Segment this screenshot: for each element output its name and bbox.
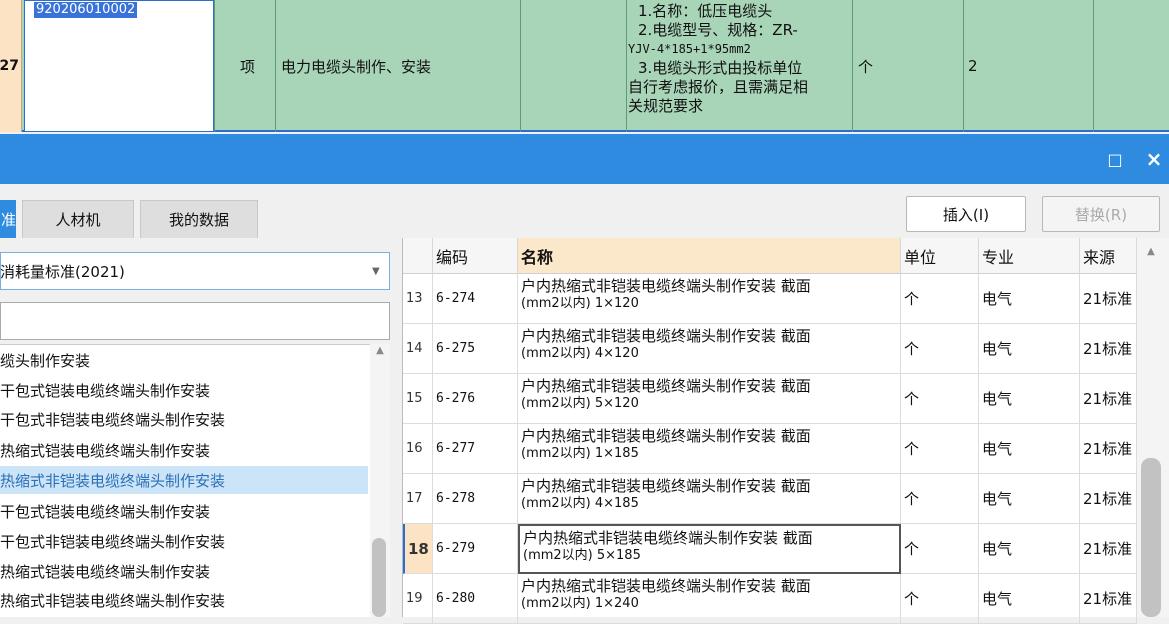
row-number[interactable]: 18 xyxy=(403,524,433,574)
tree-item[interactable]: 干包式铠装电缆终端头制作安装 xyxy=(0,497,368,525)
quantity-cell[interactable]: 2 xyxy=(968,0,978,132)
unit-cell[interactable]: 个 xyxy=(901,524,979,574)
name-line-1: 户内热缩式非铠装电缆终端头制作安装 截面 xyxy=(523,529,813,547)
code-cell[interactable]: 6-279 xyxy=(433,524,518,574)
row-number[interactable]: 15 xyxy=(403,374,433,424)
name-line-2: (mm2以内) 1×185 xyxy=(521,446,639,461)
specialty-cell[interactable]: 电气 xyxy=(979,524,1080,574)
name-line-2: (mm2以内) 5×120 xyxy=(521,396,639,411)
code-cell[interactable]: 6-277 xyxy=(433,424,518,474)
code-cell[interactable]: 6-278 xyxy=(433,474,518,524)
header-code[interactable]: 编码 xyxy=(433,238,518,274)
unit-cell[interactable]: 个 xyxy=(901,424,979,474)
name-line-2: (mm2以内) 4×185 xyxy=(521,496,639,511)
bill-row-27[interactable]: 27 920206010002 项 电力电缆头制作、安装 1.名称：低压电缆头 … xyxy=(0,0,1169,132)
tree-scroll-thumb[interactable] xyxy=(372,538,386,617)
code-cell[interactable]: 6-275 xyxy=(433,324,518,374)
grid-scroll-thumb[interactable] xyxy=(1141,458,1161,617)
tree-item[interactable]: 干包式铠装电缆终端头制作安装 xyxy=(0,376,368,404)
row-number[interactable]: 16 xyxy=(403,424,433,474)
maximize-icon[interactable]: □ xyxy=(1100,134,1130,184)
name-line-2: (mm2以内) 5×185 xyxy=(523,548,641,563)
search-input[interactable] xyxy=(0,302,390,340)
name-cell[interactable]: 户内热缩式非铠装电缆终端头制作安装 截面 (mm2以内) 5×120 xyxy=(518,374,901,424)
name-line-1: 户内热缩式非铠装电缆终端头制作安装 截面 xyxy=(521,277,811,295)
name-line-1: 户内热缩式非铠装电缆终端头制作安装 截面 xyxy=(521,327,811,345)
scroll-up-icon[interactable]: ▲ xyxy=(372,345,388,357)
name-cell[interactable]: 户内热缩式非铠装电缆终端头制作安装 截面 (mm2以内) 4×120 xyxy=(518,324,901,374)
unit-cell[interactable]: 个 xyxy=(901,274,979,324)
header-unit[interactable]: 单位 xyxy=(901,238,979,274)
row-number: 27 xyxy=(0,0,22,132)
specialty-cell[interactable]: 电气 xyxy=(979,424,1080,474)
specialty-cell[interactable]: 电气 xyxy=(979,374,1080,424)
row-number[interactable]: 17 xyxy=(403,474,433,524)
name-line-1: 户内热缩式非铠装电缆终端头制作安装 截面 xyxy=(521,477,811,495)
name-line-1: 户内热缩式非铠装电缆终端头制作安装 截面 xyxy=(521,577,811,595)
name-cell[interactable]: 户内热缩式非铠装电缆终端头制作安装 截面 (mm2以内) 1×120 xyxy=(518,274,901,324)
tree-item[interactable]: 热缩式铠装电缆终端头制作安装 xyxy=(0,436,368,464)
name-line-1: 户内热缩式非铠装电缆终端头制作安装 截面 xyxy=(521,427,811,445)
row-number[interactable]: 13 xyxy=(403,274,433,324)
code-cell[interactable] xyxy=(24,0,214,132)
tree-item-selected[interactable]: 热缩式非铠装电缆终端头制作安装 xyxy=(0,466,368,494)
name-cell[interactable]: 户内热缩式非铠装电缆终端头制作安装 截面 (mm2以内) 4×185 xyxy=(518,474,901,524)
tree-item[interactable]: 热缩式非铠装电缆终端头制作安装 xyxy=(0,586,368,614)
source-cell[interactable]: 21标准 xyxy=(1080,324,1137,374)
source-cell[interactable]: 21标准 xyxy=(1080,524,1137,574)
source-cell[interactable]: 21标准 xyxy=(1080,274,1137,324)
dialog-titlebar: □ × xyxy=(0,134,1169,184)
name-cell[interactable]: 电力电缆头制作、安装 xyxy=(281,0,431,132)
header-rownum xyxy=(403,238,433,274)
close-icon[interactable]: × xyxy=(1140,134,1168,184)
unit-cell[interactable]: 个 xyxy=(858,0,873,132)
code-cell[interactable]: 6-274 xyxy=(433,274,518,324)
name-line-2: (mm2以内) 1×120 xyxy=(521,296,639,311)
name-line-1: 户内热缩式非铠装电缆终端头制作安装 截面 xyxy=(521,377,811,395)
description-cell[interactable]: 1.名称：低压电缆头 2.电缆型号、规格：ZR- YJV-4*185+1*95m… xyxy=(628,2,850,116)
header-specialty[interactable]: 专业 xyxy=(979,238,1080,274)
tree-item[interactable]: 热缩式铠装电缆终端头制作安装 xyxy=(0,557,368,585)
tab-standard[interactable]: 准 xyxy=(0,200,16,238)
specialty-cell[interactable]: 电气 xyxy=(979,474,1080,524)
tree-item[interactable]: 干包式非铠装电缆终端头制作安装 xyxy=(0,405,368,433)
insert-button[interactable]: 插入(I) xyxy=(906,196,1026,232)
name-cell[interactable]: 户内热缩式非铠装电缆终端头制作安装 截面 (mm2以内) 1×185 xyxy=(518,424,901,474)
type-cell[interactable]: 项 xyxy=(240,0,255,132)
replace-button[interactable]: 替换(R) xyxy=(1042,196,1160,232)
specialty-cell[interactable]: 电气 xyxy=(979,274,1080,324)
tab-labor-material[interactable]: 人材机 xyxy=(22,200,134,238)
row-number[interactable]: 14 xyxy=(403,324,433,374)
source-cell[interactable]: 21标准 xyxy=(1080,424,1137,474)
scroll-up-icon[interactable]: ▲ xyxy=(1141,246,1161,258)
code-value[interactable]: 920206010002 xyxy=(34,2,138,18)
unit-cell[interactable]: 个 xyxy=(901,374,979,424)
source-cell[interactable]: 21标准 xyxy=(1080,374,1137,424)
source-cell[interactable]: 21标准 xyxy=(1080,474,1137,524)
unit-cell[interactable]: 个 xyxy=(901,474,979,524)
specialty-cell[interactable]: 电气 xyxy=(979,324,1080,374)
chevron-down-icon[interactable]: ▼ xyxy=(372,252,380,290)
tree-item[interactable]: 干包式非铠装电缆终端头制作安装 xyxy=(0,527,368,555)
unit-cell[interactable]: 个 xyxy=(901,324,979,374)
header-source[interactable]: 来源 xyxy=(1080,238,1137,274)
name-line-2: (mm2以内) 1×240 xyxy=(521,596,639,611)
tab-my-data[interactable]: 我的数据 xyxy=(140,200,258,238)
tree-item[interactable]: 缆头制作安装 xyxy=(0,346,368,374)
name-line-2: (mm2以内) 4×120 xyxy=(521,346,639,361)
standard-select-value: 消耗量标准(2021) xyxy=(0,262,125,281)
code-cell[interactable]: 6-276 xyxy=(433,374,518,424)
name-cell[interactable]: 户内热缩式非铠装电缆终端头制作安装 截面 (mm2以内) 5×185 xyxy=(518,524,901,574)
header-name[interactable]: 名称 xyxy=(518,238,901,274)
